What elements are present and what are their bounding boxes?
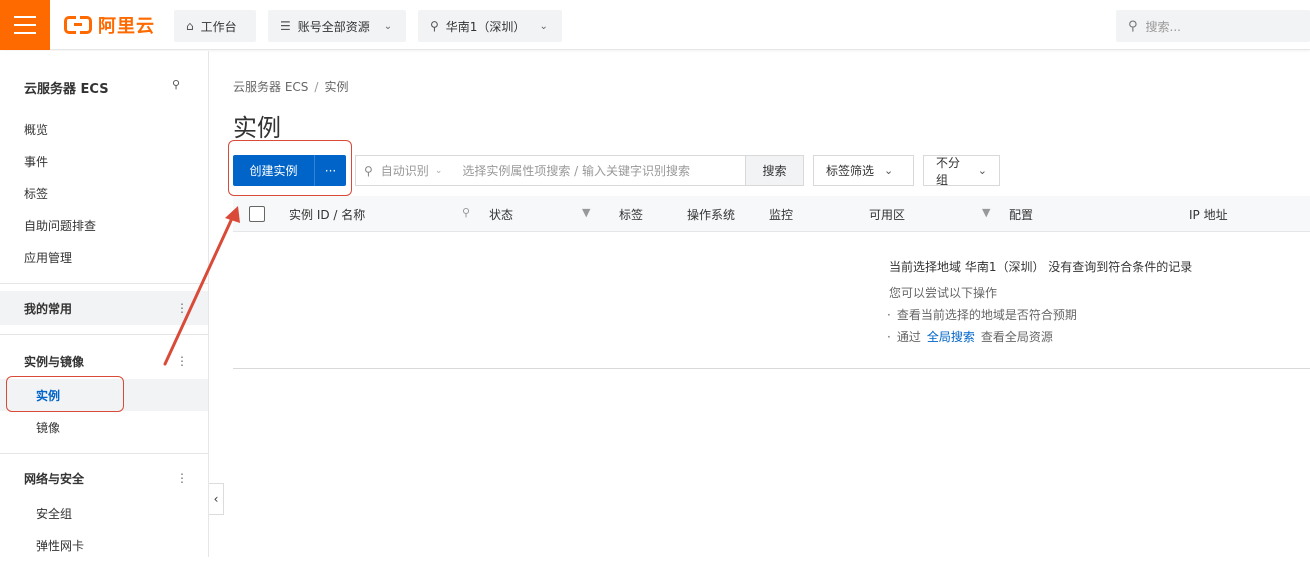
table-header: 实例 ID / 名称 ⚲ 状态 ▼ 标签 操作系统 监控 可用区 ▼ 配置 IP… bbox=[233, 196, 1310, 232]
global-search-input[interactable]: ⚲ 搜索... bbox=[1116, 10, 1310, 42]
sidebar-item-app-management[interactable]: 应用管理 bbox=[0, 241, 208, 273]
instance-search-bar[interactable]: ⚲ 自动识别 ⌄ 选择实例属性项搜索 / 输入关键字识别搜索 搜索 bbox=[355, 155, 804, 186]
empty-tip-region: · 查看当前选择的地域是否符合预期 bbox=[887, 306, 1077, 323]
resources-dropdown[interactable]: ☰ 账号全部资源 ⌄ bbox=[268, 10, 406, 42]
resources-label: 账号全部资源 bbox=[297, 19, 370, 34]
divider bbox=[0, 283, 208, 284]
workbench-button[interactable]: ⌂ 工作台 bbox=[174, 10, 256, 42]
tip-prefix: 通过 bbox=[896, 330, 921, 344]
sidebar-group-instances[interactable]: 实例与镜像 ⋮ bbox=[0, 344, 208, 378]
column-instance-id: 实例 ID / 名称 bbox=[289, 208, 366, 222]
search-icon[interactable]: ⚲ bbox=[462, 206, 470, 219]
global-search-placeholder: 搜索... bbox=[1145, 19, 1181, 34]
tag-filter-label: 标签筛选 bbox=[826, 164, 875, 178]
home-icon: ⌂ bbox=[186, 19, 194, 33]
search-button[interactable]: 搜索 bbox=[745, 156, 803, 185]
breadcrumb-current: 实例 bbox=[324, 80, 349, 94]
table-bottom-border bbox=[233, 368, 1310, 369]
empty-state-subtitle: 您可以尝试以下操作 bbox=[889, 286, 998, 300]
tag-filter-button[interactable]: 标签筛选 ⌄ bbox=[813, 155, 914, 186]
empty-state-title: 当前选择地域 华南1（深圳） 没有查询到符合条件的记录 bbox=[889, 260, 1193, 274]
column-config: 配置 bbox=[1009, 208, 1034, 222]
bullet-icon: · bbox=[887, 308, 891, 322]
logo[interactable]: 阿里云 bbox=[64, 13, 155, 37]
breadcrumb: 云服务器 ECS / 实例 bbox=[233, 78, 348, 95]
group-label: 我的常用 bbox=[24, 301, 73, 316]
column-os: 操作系统 bbox=[687, 208, 736, 222]
global-search-link[interactable]: 全局搜索 bbox=[927, 330, 975, 344]
more-vertical-icon[interactable]: ⋮ bbox=[176, 471, 188, 485]
divider bbox=[0, 334, 208, 335]
group-select[interactable]: 不分组 ⌄ bbox=[923, 155, 1000, 187]
chevron-left-icon: ‹ bbox=[213, 492, 219, 506]
chevron-down-icon: ⌄ bbox=[434, 165, 443, 176]
search-icon: ⚲ bbox=[1128, 18, 1138, 34]
bullet-icon: · bbox=[887, 330, 891, 344]
group-select-label: 不分组 bbox=[936, 155, 961, 187]
sidebar: 云服务器 ECS ⚲ 概览 事件 标签 自助问题排查 应用管理 我的常用 ⋮ 实… bbox=[0, 51, 209, 557]
chevron-down-icon: ⌄ bbox=[539, 20, 548, 32]
sidebar-search-icon[interactable]: ⚲ bbox=[172, 78, 180, 91]
sidebar-collapse-button[interactable]: ‹ bbox=[209, 483, 224, 515]
column-ip: IP 地址 bbox=[1189, 208, 1228, 222]
auto-detect-select[interactable]: 自动识别 bbox=[381, 162, 429, 179]
divider bbox=[0, 453, 208, 454]
workbench-label: 工作台 bbox=[200, 19, 237, 34]
filter-icon[interactable]: ▼ bbox=[582, 206, 590, 219]
select-all-checkbox[interactable] bbox=[249, 206, 265, 222]
sidebar-item-events[interactable]: 事件 bbox=[0, 145, 208, 177]
region-dropdown[interactable]: ⚲ 华南1（深圳） ⌄ bbox=[418, 10, 562, 42]
chevron-down-icon: ⌄ bbox=[977, 164, 987, 177]
breadcrumb-separator: / bbox=[314, 80, 319, 94]
column-monitor: 监控 bbox=[769, 208, 794, 222]
aliyun-logo-icon bbox=[64, 15, 92, 35]
sidebar-item-troubleshoot[interactable]: 自助问题排查 bbox=[0, 209, 208, 241]
sidebar-item-images[interactable]: 镜像 bbox=[0, 411, 208, 443]
annotation-highlight-instances bbox=[6, 376, 124, 412]
sidebar-item-security-group[interactable]: 安全组 bbox=[0, 497, 208, 529]
empty-tip-global-search: · 通过 全局搜索 查看全局资源 bbox=[887, 328, 1053, 345]
annotation-highlight-create bbox=[228, 140, 352, 196]
instance-search-input[interactable]: 选择实例属性项搜索 / 输入关键字识别搜索 bbox=[462, 162, 690, 179]
group-label: 实例与镜像 bbox=[24, 354, 85, 369]
sidebar-item-tags[interactable]: 标签 bbox=[0, 177, 208, 209]
column-zone: 可用区 bbox=[869, 208, 906, 222]
group-label: 网络与安全 bbox=[24, 471, 85, 486]
chevron-down-icon: ⌄ bbox=[884, 164, 894, 177]
region-label: 华南1（深圳） bbox=[445, 19, 526, 34]
chevron-down-icon: ⌄ bbox=[383, 20, 393, 32]
filter-icon[interactable]: ▼ bbox=[982, 206, 990, 219]
sidebar-group-favorites[interactable]: 我的常用 ⋮ bbox=[0, 291, 208, 325]
breadcrumb-parent[interactable]: 云服务器 ECS bbox=[233, 80, 308, 94]
location-pin-icon: ⚲ bbox=[430, 19, 439, 33]
more-vertical-icon[interactable]: ⋮ bbox=[176, 301, 188, 315]
sidebar-item-eni[interactable]: 弹性网卡 bbox=[0, 529, 208, 561]
sidebar-group-network[interactable]: 网络与安全 ⋮ bbox=[0, 461, 208, 495]
column-tags: 标签 bbox=[619, 208, 644, 222]
sidebar-title: 云服务器 ECS bbox=[24, 82, 109, 97]
search-icon: ⚲ bbox=[364, 163, 373, 178]
sidebar-item-overview[interactable]: 概览 bbox=[0, 113, 208, 145]
server-stack-icon: ☰ bbox=[280, 19, 291, 33]
tip-text: 查看当前选择的地域是否符合预期 bbox=[896, 308, 1077, 322]
logo-text: 阿里云 bbox=[98, 16, 155, 37]
top-bar: 阿里云 ⌂ 工作台 ☰ 账号全部资源 ⌄ ⚲ 华南1（深圳） ⌄ ⚲ 搜索... bbox=[0, 0, 1310, 50]
page-title: 实例 bbox=[233, 114, 281, 142]
more-vertical-icon[interactable]: ⋮ bbox=[176, 354, 188, 368]
column-status: 状态 bbox=[489, 208, 514, 222]
tip-suffix: 查看全局资源 bbox=[980, 330, 1053, 344]
menu-icon[interactable] bbox=[0, 0, 50, 50]
